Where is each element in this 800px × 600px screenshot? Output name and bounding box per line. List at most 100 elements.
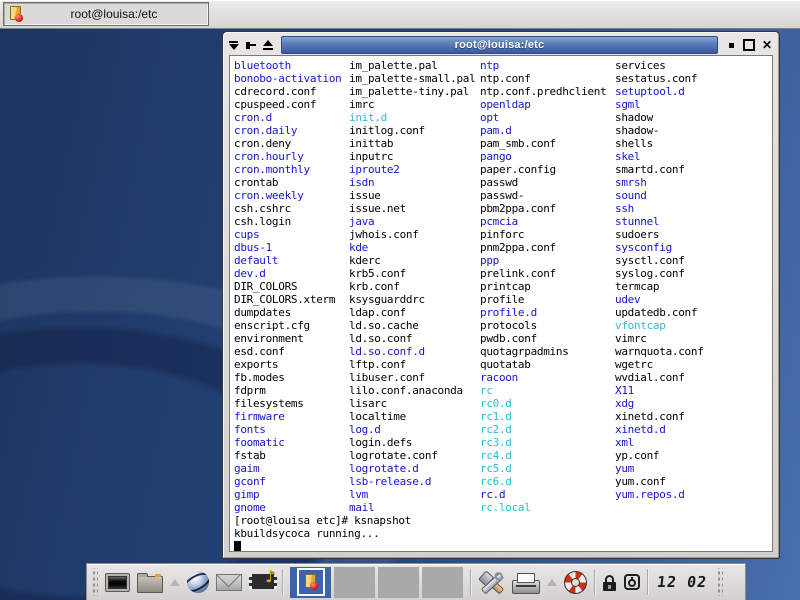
panel-drag-handle-left[interactable]	[91, 568, 98, 596]
file-entry-wvdial.conf: wvdial.conf	[615, 371, 704, 384]
file-entry-ld.so.conf: ld.so.conf	[349, 332, 475, 345]
package-icon	[303, 574, 319, 590]
panel-drag-handle-right[interactable]	[716, 568, 723, 596]
file-entry-ntp: ntp	[480, 59, 606, 72]
file-entry-pcmcia: pcmcia	[480, 215, 606, 228]
mail-envelope-icon[interactable]	[216, 574, 242, 591]
titlebar[interactable]: root@louisa:/etc ✕	[223, 32, 779, 55]
close-button[interactable]: ✕	[760, 38, 774, 52]
file-entry-crontab: crontab	[234, 176, 341, 189]
file-entry-rc0.d: rc0.d	[480, 397, 606, 410]
file-entry-cups: cups	[234, 228, 341, 241]
file-entry-inittab: inittab	[349, 137, 475, 150]
file-entry-fb.modes: fb.modes	[234, 371, 341, 384]
file-entry-sestatus.conf: sestatus.conf	[615, 72, 704, 85]
file-entry-xinetd.conf: xinetd.conf	[615, 410, 704, 423]
listing-column-1: bluetoothbonobo-activationcdrecord.confc…	[234, 59, 341, 514]
file-entry-fonts: fonts	[234, 423, 341, 436]
file-entry-im_palette.pal: im_palette.pal	[349, 59, 475, 72]
file-entry-passwd: passwd	[480, 176, 606, 189]
file-entry-java: java	[349, 215, 475, 228]
file-entry-cron.deny: cron.deny	[234, 137, 341, 150]
shade-icon[interactable]	[262, 39, 275, 51]
file-entry-cron.daily: cron.daily	[234, 124, 341, 137]
panel-separator	[647, 569, 648, 595]
panel-clock[interactable]: 12 02	[654, 573, 710, 591]
file-entry-login.defs: login.defs	[349, 436, 475, 449]
file-entry-rc3.d: rc3.d	[480, 436, 606, 449]
pager-desktop-3[interactable]	[378, 567, 419, 598]
folder-launcher-icon[interactable]	[137, 576, 163, 593]
lock-screen-icon[interactable]	[602, 575, 617, 591]
file-entry-exports: exports	[234, 358, 341, 371]
browser-globe-icon[interactable]	[187, 571, 209, 593]
file-entry-vimrc: vimrc	[615, 332, 704, 345]
file-entry-default: default	[234, 254, 341, 267]
file-entry-iproute2: iproute2	[349, 163, 475, 176]
file-entry-enscript.cfg: enscript.cfg	[234, 319, 341, 332]
file-entry-pinforc: pinforc	[480, 228, 606, 241]
terminal-launcher-icon[interactable]	[105, 573, 130, 592]
file-entry-wgetrc: wgetrc	[615, 358, 704, 371]
pager-desktop-4[interactable]	[422, 567, 463, 598]
pager-desktop-1[interactable]	[290, 567, 331, 598]
file-entry-gconf: gconf	[234, 475, 341, 488]
file-entry-ld.so.cache: ld.so.cache	[349, 319, 475, 332]
expander-triangle-icon[interactable]	[170, 579, 180, 586]
maximize-button[interactable]	[742, 38, 756, 52]
printer-icon[interactable]	[512, 580, 540, 594]
file-entry-stunnel: stunnel	[615, 215, 704, 228]
shell-prompt-line: [root@louisa etc]# ksnapshot	[234, 514, 411, 527]
minimize-button[interactable]	[724, 38, 738, 52]
taskbar-window-button[interactable]: root@louisa:/etc	[3, 2, 209, 26]
terminal-screen[interactable]: bluetoothbonobo-activationcdrecord.confc…	[229, 55, 773, 552]
file-entry-issue.net: issue.net	[349, 202, 475, 215]
file-entry-cron.monthly: cron.monthly	[234, 163, 341, 176]
file-entry-smartd.conf: smartd.conf	[615, 163, 704, 176]
file-entry-ppp: ppp	[480, 254, 606, 267]
music-note-icon: ♪	[265, 567, 276, 587]
file-entry-sgml: sgml	[615, 98, 704, 111]
listing-column-4: servicessestatus.confsetuptool.dsgmlshad…	[615, 59, 704, 501]
pager-desktop-2[interactable]	[334, 567, 375, 598]
file-entry-xdg: xdg	[615, 397, 704, 410]
file-entry-rc.d: rc.d	[480, 488, 606, 501]
file-entry-udev: udev	[615, 293, 704, 306]
file-entry-shells: shells	[615, 137, 704, 150]
file-entry-ksysguarddrc: ksysguarddrc	[349, 293, 475, 306]
shell-status-line: kbuildsycoca running...	[234, 527, 411, 540]
file-entry-ssh: ssh	[615, 202, 704, 215]
file-entry-mail: mail	[349, 501, 475, 514]
file-entry-printcap: printcap	[480, 280, 606, 293]
media-player-icon[interactable]: ♪	[249, 570, 275, 594]
file-entry-dev.d: dev.d	[234, 267, 341, 280]
file-entry-smrsh: smrsh	[615, 176, 704, 189]
help-lifebuoy-icon[interactable]	[564, 571, 587, 594]
file-entry-init.d: init.d	[349, 111, 475, 124]
window-menu-icon[interactable]	[228, 39, 241, 51]
expander-triangle-icon[interactable]	[547, 579, 557, 586]
file-entry-lilo.conf.anaconda: lilo.conf.anaconda	[349, 384, 475, 397]
file-entry-im_palette-small.pal: im_palette-small.pal	[349, 72, 475, 85]
file-entry-libuser.conf: libuser.conf	[349, 371, 475, 384]
titlebar-title-area: root@louisa:/etc	[281, 36, 718, 54]
file-entry-imrc: imrc	[349, 98, 475, 111]
system-tools-icon[interactable]	[478, 570, 505, 595]
file-entry-sysconfig: sysconfig	[615, 241, 704, 254]
file-entry-bluetooth: bluetooth	[234, 59, 341, 72]
logout-power-icon[interactable]	[624, 574, 640, 590]
file-entry-setuptool.d: setuptool.d	[615, 85, 704, 98]
file-entry-bonobo-activation: bonobo-activation	[234, 72, 341, 85]
file-entry-filesystems: filesystems	[234, 397, 341, 410]
file-entry-im_palette-tiny.pal: im_palette-tiny.pal	[349, 85, 475, 98]
file-entry-rc2.d: rc2.d	[480, 423, 606, 436]
file-entry-pbm2ppa.conf: pbm2ppa.conf	[480, 202, 606, 215]
file-entry-rc.local: rc.local	[480, 501, 606, 514]
file-entry-logrotate.conf: logrotate.conf	[349, 449, 475, 462]
file-entry-rc5.d: rc5.d	[480, 462, 606, 475]
file-entry-sudoers: sudoers	[615, 228, 704, 241]
file-entry-fdprm: fdprm	[234, 384, 341, 397]
file-entry-esd.conf: esd.conf	[234, 345, 341, 358]
pin-icon[interactable]	[245, 39, 258, 51]
file-entry-firmware: firmware	[234, 410, 341, 423]
